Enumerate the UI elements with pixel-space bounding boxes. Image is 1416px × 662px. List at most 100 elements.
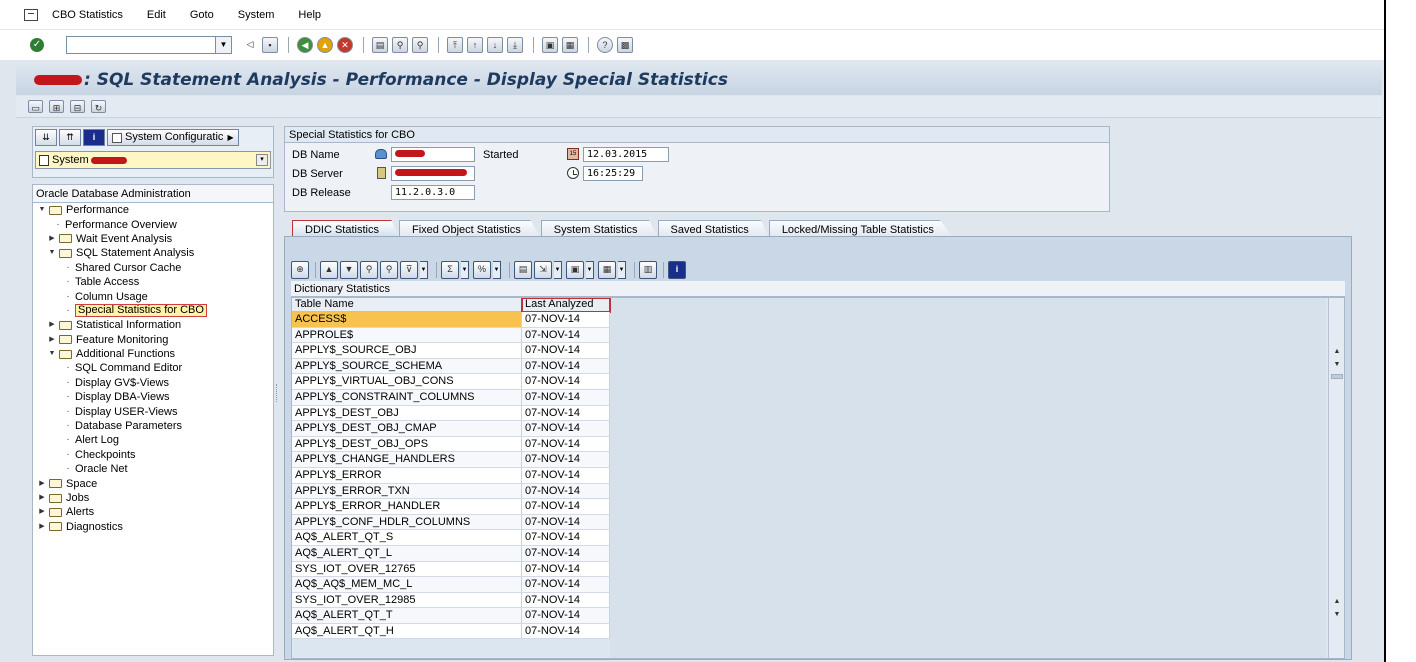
menu-system[interactable]: System: [238, 9, 275, 21]
last-analyzed-cell[interactable]: 07-NOV-14: [522, 312, 610, 328]
table-name-cell[interactable]: ACCESS$: [292, 312, 522, 328]
table-name-cell[interactable]: SYS_IOT_OVER_12765: [292, 561, 522, 578]
tree-node[interactable]: · Display USER-Views: [33, 404, 273, 418]
last-page-icon[interactable]: ⤓: [507, 37, 523, 53]
tree-node[interactable]: · Special Statistics for CBO: [33, 304, 273, 318]
last-analyzed-cell[interactable]: 07-NOV-14: [522, 499, 610, 515]
scrollbar-thumb[interactable]: [1331, 374, 1343, 379]
table-row[interactable]: AQ$_ALERT_QT_S 07-NOV-14: [292, 530, 610, 546]
table-row[interactable]: ACCESS$ 07-NOV-14: [292, 312, 610, 328]
table-row[interactable]: APPLY$_VIRTUAL_OBJ_CONS 07-NOV-14: [292, 374, 610, 390]
tree-node[interactable]: ▶ Feature Monitoring: [33, 333, 273, 347]
last-analyzed-cell[interactable]: 07-NOV-14: [522, 343, 610, 359]
tree-node[interactable]: · Shared Cursor Cache: [33, 261, 273, 275]
tree-node[interactable]: · Display DBA-Views: [33, 390, 273, 404]
page-down-icon[interactable]: ▼: [1330, 609, 1344, 621]
print-preview-icon[interactable]: ▤: [514, 261, 532, 279]
back-icon[interactable]: ◀: [297, 37, 313, 53]
first-page-icon[interactable]: ⤒: [447, 37, 463, 53]
table-name-cell[interactable]: APPLY$_ERROR: [292, 467, 522, 484]
table-name-cell[interactable]: AQ$_AQ$_MEM_MC_L: [292, 577, 522, 593]
table-name-cell[interactable]: APPLY$_SOURCE_OBJ: [292, 343, 522, 359]
filter-dropdown-icon[interactable]: ▼: [420, 261, 428, 279]
last-analyzed-cell[interactable]: 07-NOV-14: [522, 561, 610, 578]
tree-node[interactable]: · Checkpoints: [33, 448, 273, 462]
details-icon[interactable]: ⊕: [291, 261, 309, 279]
layout-icon[interactable]: ▦: [598, 261, 616, 279]
table-row[interactable]: APPLY$_DEST_OBJ_CMAP 07-NOV-14: [292, 421, 610, 437]
print-icon[interactable]: ▤: [372, 37, 388, 53]
help-icon[interactable]: ?: [597, 37, 613, 53]
last-analyzed-cell[interactable]: 07-NOV-14: [522, 530, 610, 546]
table-name-cell[interactable]: APPROLE$: [292, 327, 522, 344]
tree-node[interactable]: ▶ Alerts: [33, 505, 273, 519]
find-icon[interactable]: ⚲: [360, 261, 378, 279]
tree-node[interactable]: ▶ Statistical Information: [33, 318, 273, 332]
create-session-icon[interactable]: ▣: [542, 37, 558, 53]
page-up-icon[interactable]: ▲: [1330, 596, 1344, 608]
last-analyzed-cell[interactable]: 07-NOV-14: [522, 389, 610, 406]
table-name-cell[interactable]: APPLY$_CONF_HDLR_COLUMNS: [292, 514, 522, 531]
tree-node[interactable]: ▼ Performance: [33, 203, 273, 217]
views-icon[interactable]: ▣: [566, 261, 584, 279]
tree-node[interactable]: · Oracle Net: [33, 462, 273, 476]
table-name-cell[interactable]: APPLY$_DEST_OBJ_CMAP: [292, 421, 522, 437]
scroll-up-icon[interactable]: ▲: [1330, 346, 1344, 358]
tree-node[interactable]: ▼ Additional Functions: [33, 347, 273, 361]
find-next-icon[interactable]: ⚲: [380, 261, 398, 279]
menu-toggle-icon[interactable]: [24, 8, 38, 21]
column-header-last-analyzed[interactable]: Last Analyzed: [521, 298, 611, 313]
info-icon[interactable]: i: [83, 129, 105, 146]
sort-descending-icon[interactable]: ▼: [340, 261, 358, 279]
table-name-cell[interactable]: APPLY$_ERROR_HANDLER: [292, 499, 522, 515]
tree-node[interactable]: ▶ Diagnostics: [33, 520, 273, 534]
vertical-scrollbar[interactable]: ▲ ▼ ▲ ▼: [1328, 298, 1344, 658]
cancel-icon[interactable]: ✕: [337, 37, 353, 53]
graphic-icon[interactable]: ▥: [639, 261, 657, 279]
table-name-cell[interactable]: APPLY$_DEST_OBJ_OPS: [292, 436, 522, 453]
table-row[interactable]: APPLY$_DEST_OBJ 07-NOV-14: [292, 405, 610, 422]
last-analyzed-cell[interactable]: 07-NOV-14: [522, 467, 610, 484]
dropdown-icon[interactable]: ▾: [256, 154, 268, 166]
last-analyzed-cell[interactable]: 07-NOV-14: [522, 608, 610, 624]
screen-layout-icon[interactable]: ▭: [28, 100, 43, 113]
system-selector-field[interactable]: System ▾: [35, 151, 271, 169]
panel-splitter[interactable]: [276, 384, 279, 402]
collapsed-triangle-icon[interactable]: ▶: [47, 333, 57, 347]
table-row[interactable]: APPLY$_SOURCE_SCHEMA 07-NOV-14: [292, 358, 610, 375]
table-name-cell[interactable]: APPLY$_CHANGE_HANDLERS: [292, 452, 522, 468]
menu-cbo-statistics[interactable]: CBO Statistics: [52, 9, 123, 21]
table-name-cell[interactable]: AQ$_ALERT_QT_H: [292, 623, 522, 640]
table-row[interactable]: APPLY$_DEST_OBJ_OPS 07-NOV-14: [292, 436, 610, 453]
tree-node[interactable]: · Alert Log: [33, 433, 273, 447]
check-icon[interactable]: ✓: [30, 38, 44, 52]
command-dropdown[interactable]: ▼: [216, 36, 232, 54]
layout-dropdown-icon[interactable]: ▼: [618, 261, 626, 279]
display-icon[interactable]: ⊟: [70, 100, 85, 113]
last-analyzed-cell[interactable]: 07-NOV-14: [522, 421, 610, 437]
last-analyzed-cell[interactable]: 07-NOV-14: [522, 623, 610, 640]
table-row[interactable]: APPLY$_CHANGE_HANDLERS 07-NOV-14: [292, 452, 610, 468]
table-row[interactable]: AQ$_ALERT_QT_L 07-NOV-14: [292, 545, 610, 562]
last-analyzed-cell[interactable]: 07-NOV-14: [522, 405, 610, 422]
sort-ascending-icon[interactable]: ▲: [320, 261, 338, 279]
collapsed-triangle-icon[interactable]: ▶: [47, 232, 57, 246]
table-row[interactable]: AQ$_ALERT_QT_T 07-NOV-14: [292, 608, 610, 624]
refresh-icon[interactable]: ↻: [91, 100, 106, 113]
expand-triangle-icon[interactable]: ▼: [47, 246, 57, 260]
previous-page-icon[interactable]: ↑: [467, 37, 483, 53]
column-header-table-name[interactable]: Table Name: [292, 298, 522, 312]
table-name-cell[interactable]: SYS_IOT_OVER_12985: [292, 592, 522, 609]
layout-menu-icon[interactable]: ▩: [617, 37, 633, 53]
save-icon[interactable]: ▪: [262, 37, 278, 53]
tree-node[interactable]: · Database Parameters: [33, 419, 273, 433]
tree-node[interactable]: ▼ SQL Statement Analysis: [33, 246, 273, 260]
table-row[interactable]: APPLY$_SOURCE_OBJ 07-NOV-14: [292, 343, 610, 359]
hierarchy-icon[interactable]: ⊞: [49, 100, 64, 113]
table-name-cell[interactable]: APPLY$_ERROR_TXN: [292, 483, 522, 500]
find-icon[interactable]: ⚲: [392, 37, 408, 53]
tree-node[interactable]: · Display GV$-Views: [33, 376, 273, 390]
subtotal-icon[interactable]: %: [473, 261, 491, 279]
total-icon[interactable]: Σ: [441, 261, 459, 279]
total-dropdown-icon[interactable]: ▼: [461, 261, 469, 279]
